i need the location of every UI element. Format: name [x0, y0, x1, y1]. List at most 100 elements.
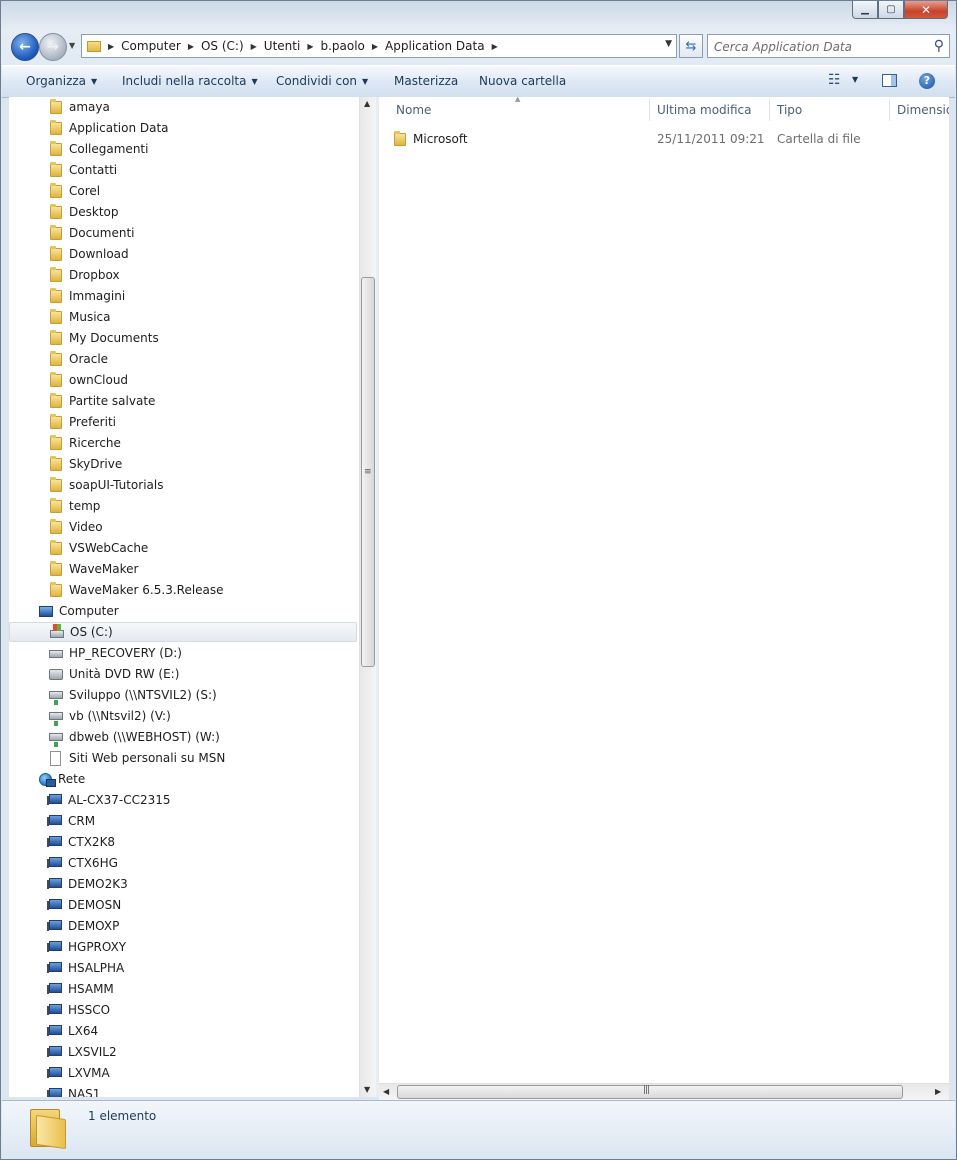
chevron-down-icon[interactable]: ▼ [852, 75, 858, 84]
refresh-button[interactable]: ⇆ [679, 34, 703, 58]
chevron-right-icon[interactable]: ▶ [307, 42, 313, 51]
maximize-button[interactable]: ▢ [878, 1, 904, 19]
column-header-modified[interactable]: Ultima modifica [657, 103, 752, 117]
scroll-right-icon[interactable]: ▶ [935, 1087, 941, 1096]
breadcrumb-os-c[interactable]: OS (C:) [197, 35, 248, 57]
tree-item-host[interactable]: DEMO2K3 [47, 874, 128, 894]
tree-item-host[interactable]: HSAMM [47, 979, 114, 999]
scrollbar-thumb[interactable] [397, 1085, 903, 1099]
tree-item-folder[interactable]: VSWebCache [49, 538, 148, 558]
search-icon[interactable]: ⚲ [934, 38, 944, 54]
back-button[interactable]: ← [11, 33, 39, 61]
breadcrumb-utenti[interactable]: Utenti [260, 35, 305, 57]
minimize-button[interactable]: ▁ [852, 1, 878, 19]
tree-item-folder[interactable]: Contatti [49, 160, 117, 180]
tree-item-host[interactable]: HSALPHA [47, 958, 124, 978]
tree-item-folder[interactable]: WaveMaker [49, 559, 138, 579]
chevron-right-icon[interactable]: ▶ [108, 42, 114, 51]
tree-item-network[interactable]: Rete [39, 769, 85, 789]
chevron-right-icon[interactable]: ▶ [492, 42, 498, 51]
tree-item-host[interactable]: DEMOSN [47, 895, 121, 915]
scroll-up-icon[interactable]: ▲ [364, 99, 370, 108]
tree-item-drive[interactable]: OS (C:) [9, 622, 357, 642]
chevron-right-icon[interactable]: ▶ [251, 42, 257, 51]
column-divider[interactable] [889, 99, 890, 121]
tree-item-host[interactable]: AL-CX37-CC2315 [47, 790, 171, 810]
tree-item-folder[interactable]: Partite salvate [49, 391, 155, 411]
tree-item-folder[interactable]: SkyDrive [49, 454, 122, 474]
tree-item-drive[interactable]: Siti Web personali su MSN [49, 748, 225, 768]
breadcrumb-user[interactable]: b.paolo [316, 35, 368, 57]
navigation-scrollbar[interactable]: ▲ ≡ ▼ [359, 97, 377, 1097]
column-header-name[interactable]: Nome [396, 103, 431, 117]
tree-item-drive[interactable]: dbweb (\\WEBHOST) (W:) [49, 727, 220, 747]
breadcrumb-computer[interactable]: Computer [117, 35, 185, 57]
file-row[interactable]: Microsoft [393, 129, 468, 149]
tree-item-folder[interactable]: Video [49, 517, 103, 537]
forward-button[interactable]: → [39, 33, 67, 61]
burn-button[interactable]: Masterizza [394, 74, 458, 88]
column-divider[interactable] [769, 99, 770, 121]
tree-item-folder[interactable]: Immagini [49, 286, 125, 306]
help-icon[interactable]: ? [919, 73, 935, 89]
tree-item-folder[interactable]: Musica [49, 307, 111, 327]
tree-item-folder[interactable]: Desktop [49, 202, 119, 222]
tree-item-drive[interactable]: Sviluppo (\\NTSVIL2) (S:) [49, 685, 217, 705]
tree-item-computer[interactable]: Computer [39, 601, 119, 621]
tree-item-label: OS (C:) [70, 625, 113, 639]
tree-item-host[interactable]: LX64 [47, 1021, 98, 1041]
breadcrumb-application-data[interactable]: Application Data [381, 35, 489, 57]
tree-item-host[interactable]: DEMOXP [47, 916, 119, 936]
tree-item-drive[interactable]: vb (\\Ntsvil2) (V:) [49, 706, 171, 726]
tree-item-folder[interactable]: Download [49, 244, 129, 264]
tree-item-folder[interactable]: temp [49, 496, 100, 516]
search-input[interactable] [712, 38, 926, 56]
share-with-menu[interactable]: Condividi con ▼ [276, 74, 368, 88]
tree-item-folder[interactable]: amaya [49, 97, 110, 117]
close-button[interactable]: ✕ [904, 1, 948, 19]
tree-item-folder[interactable]: My Documents [49, 328, 159, 348]
tree-item-host[interactable]: LXSVIL2 [47, 1042, 117, 1062]
tree-item-host[interactable]: HGPROXY [47, 937, 126, 957]
tree-item-folder[interactable]: Application Data [49, 118, 169, 138]
tree-item-folder[interactable]: WaveMaker 6.5.3.Release [49, 580, 224, 600]
tree-item-drive[interactable]: HP_RECOVERY (D:) [49, 643, 182, 663]
tree-item-host[interactable]: CTX2K8 [47, 832, 115, 852]
tree-item-host[interactable]: CRM [47, 811, 95, 831]
tree-item-label: Preferiti [69, 415, 116, 429]
view-options-icon[interactable]: ☷ [828, 72, 841, 88]
column-divider[interactable] [649, 99, 650, 121]
tree-item-host[interactable]: HSSCO [47, 1000, 110, 1020]
file-list-scrollbar[interactable]: ◀ ||| ▶ [379, 1083, 949, 1101]
new-folder-button[interactable]: Nuova cartella [479, 74, 566, 88]
preview-pane-icon[interactable] [882, 74, 897, 87]
chevron-down-icon[interactable]: ▼ [665, 39, 672, 49]
tree-item-folder[interactable]: ownCloud [49, 370, 128, 390]
tree-item-host[interactable]: LXVMA [47, 1063, 110, 1083]
tree-item-folder[interactable]: Collegamenti [49, 139, 148, 159]
folder-icon [50, 119, 62, 135]
file-list[interactable]: ▲ Nome Ultima modifica Tipo Dimension Mi… [379, 97, 949, 1097]
tree-item-folder[interactable]: Ricerche [49, 433, 121, 453]
recent-pages-dropdown[interactable]: ▼ [69, 41, 75, 50]
include-in-library-menu[interactable]: Includi nella raccolta ▼ [122, 74, 258, 88]
tree-item-folder[interactable]: Corel [49, 181, 100, 201]
chevron-right-icon[interactable]: ▶ [372, 42, 378, 51]
column-header-type[interactable]: Tipo [777, 103, 802, 117]
scroll-down-icon[interactable]: ▼ [364, 1085, 370, 1094]
chevron-right-icon[interactable]: ▶ [188, 42, 194, 51]
tree-item-host[interactable]: NAS1 [47, 1084, 100, 1097]
address-bar[interactable]: ▶ Computer ▶ OS (C:) ▶ Utenti ▶ b.paolo … [81, 34, 677, 58]
tree-item-folder[interactable]: Preferiti [49, 412, 116, 432]
tree-item-folder[interactable]: Oracle [49, 349, 108, 369]
scroll-left-icon[interactable]: ◀ [383, 1087, 389, 1096]
search-box[interactable]: ⚲ [707, 34, 950, 58]
organize-menu[interactable]: Organizza ▼ [26, 74, 97, 88]
navigation-pane[interactable]: amaya Application Data Collegamenti Contatt… [9, 97, 359, 1097]
tree-item-folder[interactable]: Dropbox [49, 265, 120, 285]
tree-item-drive[interactable]: Unità DVD RW (E:) [49, 664, 179, 684]
tree-item-folder[interactable]: soapUI-Tutorials [49, 475, 163, 495]
column-header-size[interactable]: Dimension [897, 103, 949, 117]
tree-item-folder[interactable]: Documenti [49, 223, 135, 243]
tree-item-host[interactable]: CTX6HG [47, 853, 118, 873]
